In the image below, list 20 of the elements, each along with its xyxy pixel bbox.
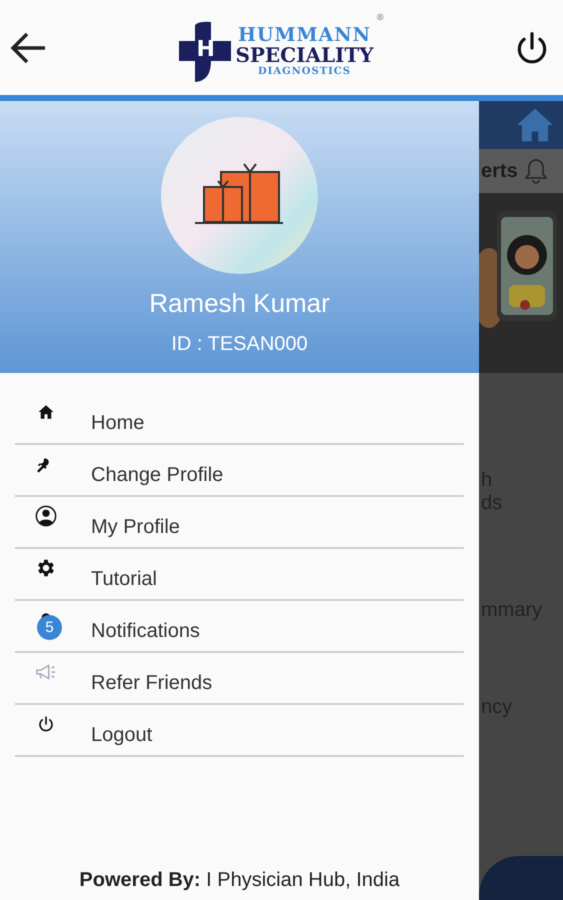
menu-item[interactable]: Tutorial — [15, 549, 464, 601]
bell-icon — [524, 158, 548, 184]
brand-logo: H HUMMANN SPECIALITY DIAGNOSTICS ® — [177, 12, 384, 82]
menu-item[interactable]: 5 Notifications — [15, 601, 464, 653]
home-icon — [515, 107, 555, 143]
menu-item[interactable]: My Profile — [15, 497, 464, 549]
user-id: ID : TESAN000 — [171, 333, 308, 356]
menu-item[interactable]: Refer Friends — [15, 653, 464, 705]
powered-by-text: Powered By: I Physician Hub, India — [78, 869, 401, 892]
notification-badge: 5 — [37, 615, 62, 640]
menu-item[interactable]: Logout — [15, 705, 464, 757]
user-icon — [35, 505, 57, 527]
tab-label: erts — [481, 160, 518, 182]
user-name: Ramesh Kumar — [149, 288, 330, 319]
menu-item[interactable]: Home — [15, 393, 464, 445]
power-icon — [37, 715, 55, 733]
home-icon — [37, 403, 55, 421]
menu-item[interactable]: Change Profile — [15, 445, 464, 497]
megaphone-icon — [35, 662, 57, 682]
back-button[interactable] — [10, 30, 48, 64]
